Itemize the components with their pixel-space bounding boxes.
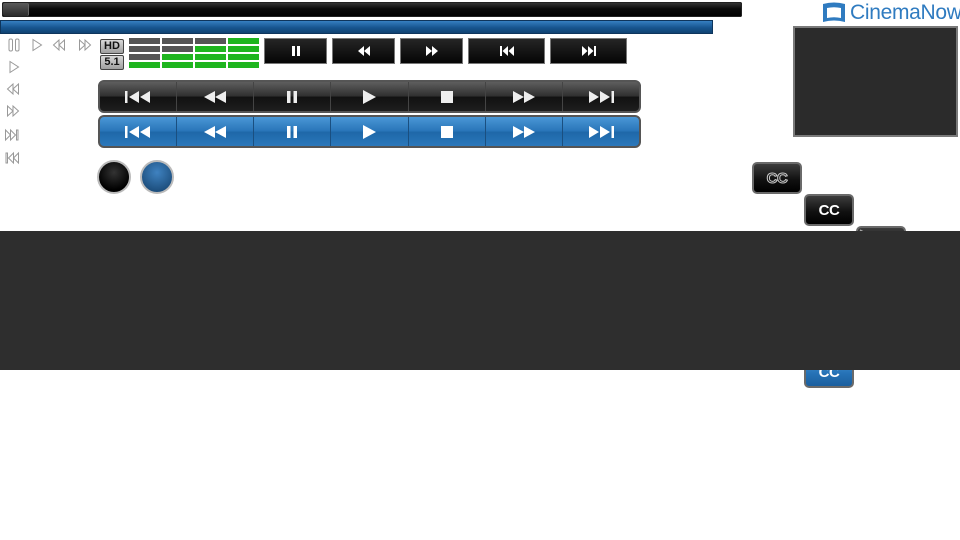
transport-bar-blue (98, 115, 641, 148)
skip-forward-button[interactable] (561, 117, 639, 146)
pause-button[interactable] (253, 82, 330, 111)
cc-button-on[interactable]: CC (804, 194, 854, 226)
meter-segment (129, 62, 160, 68)
skip-forward-button[interactable] (561, 82, 639, 111)
skip-forward-icon (588, 125, 614, 138)
meter-segment (129, 38, 160, 44)
rewind-outline-icon[interactable] (52, 38, 66, 52)
play-button[interactable] (330, 82, 407, 111)
pause-button[interactable] (264, 38, 327, 64)
pause-icon (287, 125, 298, 138)
meter-segment (129, 54, 160, 60)
meter-segment (195, 38, 226, 44)
meter-segment (162, 54, 193, 60)
meter-segment (162, 46, 193, 52)
skip-forward-icon (588, 90, 614, 103)
fast-forward-outline-icon[interactable] (78, 38, 92, 52)
pause-outline-icon[interactable] (7, 38, 21, 52)
skip-back-icon (499, 46, 514, 56)
meter-segment (228, 54, 259, 60)
meter-segment (162, 62, 193, 68)
video-preview[interactable] (793, 26, 958, 137)
rewind-button[interactable] (332, 38, 395, 64)
meter-segment (129, 46, 160, 52)
fast-forward-button[interactable] (484, 117, 562, 146)
meter-segment (195, 62, 226, 68)
meter-segment (195, 54, 226, 60)
stop-button[interactable] (407, 82, 485, 111)
blue-progress-bar[interactable] (0, 20, 713, 34)
rewind-button[interactable] (176, 117, 253, 146)
rewind-button[interactable] (176, 82, 253, 111)
cc-button-outline[interactable]: CC (752, 162, 802, 194)
cc-label: CC (766, 169, 788, 187)
transport-bar-dark (98, 80, 641, 113)
bottom-panel (0, 231, 960, 370)
skip-forward-icon (581, 46, 596, 56)
round-button-dark[interactable] (97, 160, 131, 194)
fast-forward-icon (512, 125, 535, 138)
pause-icon (287, 90, 298, 103)
rewind-outline-icon[interactable] (6, 82, 20, 96)
cinemanow-screen-icon (823, 2, 845, 22)
rewind-icon (204, 90, 227, 103)
rewind-icon (357, 46, 370, 56)
fast-forward-button[interactable] (484, 82, 562, 111)
skip-back-icon (125, 125, 151, 138)
rewind-icon (204, 125, 227, 138)
skip-back-button[interactable] (468, 38, 545, 64)
fast-forward-outline-icon[interactable] (6, 104, 20, 118)
meter-segment (195, 46, 226, 52)
meter-segment (228, 38, 259, 44)
meter-segment (228, 62, 259, 68)
skip-back-button[interactable] (100, 82, 176, 111)
audio-level-meter (129, 38, 261, 69)
play-icon (363, 124, 377, 139)
progress-track[interactable] (2, 2, 742, 17)
stop-icon (440, 125, 453, 138)
play-icon (363, 89, 377, 104)
cc-label: CC (818, 201, 840, 219)
fast-forward-icon (512, 90, 535, 103)
meter-segment (162, 38, 193, 44)
fast-forward-button[interactable] (400, 38, 463, 64)
skip-back-button[interactable] (100, 117, 176, 146)
pause-icon (291, 46, 300, 56)
play-outline-icon[interactable] (30, 38, 44, 52)
skip-forward-outline-icon[interactable] (5, 128, 19, 142)
skip-back-outline-icon[interactable] (5, 151, 19, 165)
skip-forward-button[interactable] (550, 38, 627, 64)
progress-thumb[interactable] (3, 3, 29, 16)
play-button[interactable] (330, 117, 407, 146)
stop-icon (440, 90, 453, 103)
meter-segment (228, 46, 259, 52)
stop-button[interactable] (407, 117, 485, 146)
cinemanow-logo: CinemaNow™ (821, 1, 960, 25)
hd-badge: HD (100, 39, 124, 54)
round-button-blue[interactable] (140, 160, 174, 194)
skip-back-icon (125, 90, 151, 103)
pause-button[interactable] (253, 117, 330, 146)
audio-5-1-badge: 5.1 (100, 55, 124, 70)
play-outline-icon[interactable] (7, 60, 21, 74)
logo-text: CinemaNow (850, 1, 960, 24)
fast-forward-icon (425, 46, 438, 56)
